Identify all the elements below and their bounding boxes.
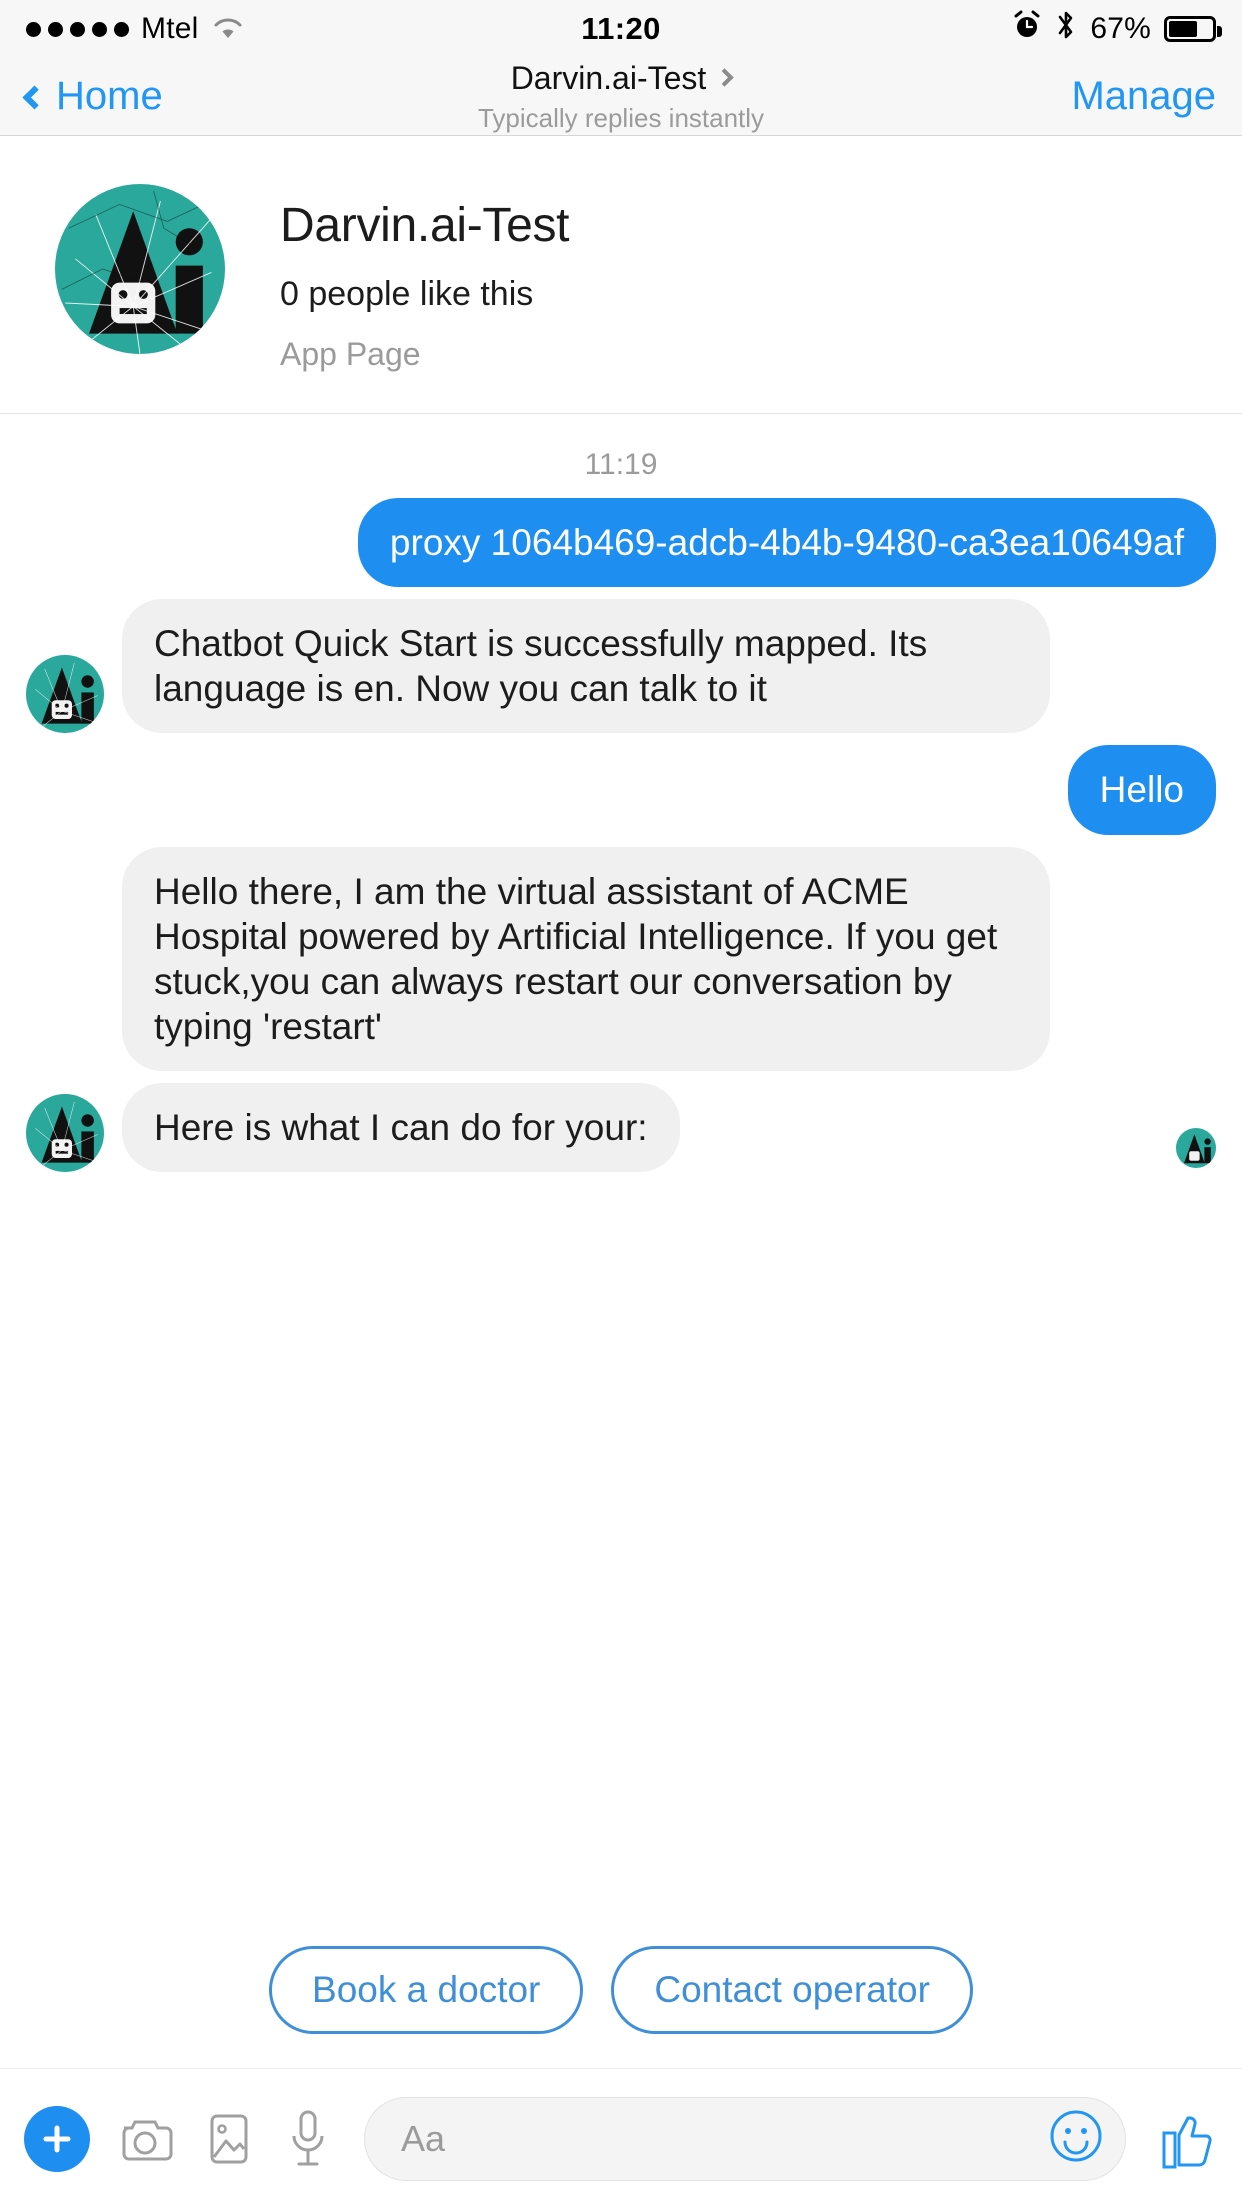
signal-strength-icon — [26, 21, 129, 37]
page-title: Darvin.ai-Test — [280, 199, 570, 252]
chevron-right-icon — [715, 67, 734, 87]
composer-bar: Aa — [0, 2068, 1242, 2208]
thread-timestamp: 11:19 — [584, 448, 658, 481]
back-to-home-button[interactable]: Home — [22, 74, 163, 119]
sender-avatar-icon — [26, 655, 104, 734]
message-row: Chatbot Quick Start is successfully mapp… — [0, 599, 1242, 734]
status-bar-right: 67% — [661, 9, 1223, 49]
navigation-bar: Home Darvin.ai-Test Typically replies in… — [0, 58, 1242, 136]
message-input-field[interactable]: Aa — [364, 2096, 1126, 2181]
darvin-ai-logo-avatar[interactable] — [55, 184, 225, 354]
status-bar: Mtel 11:20 67% — [0, 0, 1242, 58]
seen-avatar-icon — [1176, 1128, 1216, 1169]
camera-icon[interactable] — [114, 2108, 176, 2170]
messenger-screen: Mtel 11:20 67% Home Darvin.ai-Test Typic… — [0, 0, 1242, 2208]
message-bubble-outgoing[interactable]: proxy 1064b469-adcb-4b4b-9480-ca3ea10649… — [357, 498, 1216, 588]
chevron-left-icon — [22, 85, 47, 110]
status-bar-left: Mtel — [26, 12, 581, 46]
alarm-icon — [1012, 10, 1042, 48]
message-bubble-incoming[interactable]: Hello there, I am the virtual assistant … — [122, 846, 1051, 1071]
conversation-subtitle: Typically replies instantly — [477, 102, 765, 133]
battery-icon — [1164, 16, 1223, 42]
quick-reply-book-a-doctor[interactable]: Book a doctor — [269, 1946, 584, 2034]
status-bar-time: 11:20 — [581, 11, 661, 46]
sender-avatar-icon — [26, 1094, 104, 1173]
quick-reply-contact-operator[interactable]: Contact operator — [611, 1946, 973, 2034]
page-likes-count: 0 people like this — [280, 275, 534, 313]
message-row: Here is what I can do for your: — [0, 1083, 1242, 1173]
page-type-label: App Page — [280, 336, 421, 372]
smiley-icon[interactable] — [1047, 2107, 1105, 2170]
bluetooth-icon — [1055, 9, 1077, 49]
plus-icon[interactable] — [24, 2105, 90, 2172]
quick-replies-bar: Book a doctor Contact operator — [0, 1946, 1242, 2068]
conversation-header: Darvin.ai-Test Typically replies instant… — [0, 58, 1242, 135]
message-input-placeholder: Aa — [401, 2117, 446, 2159]
conversation-title: Darvin.ai-Test — [510, 59, 707, 96]
message-bubble-outgoing[interactable]: Hello — [1067, 745, 1216, 835]
conversation-title-button[interactable]: Darvin.ai-Test — [510, 59, 734, 97]
back-button-label: Home — [56, 74, 163, 118]
wifi-icon — [213, 17, 243, 41]
message-row: proxy 1064b469-adcb-4b4b-9480-ca3ea10649… — [0, 498, 1242, 588]
message-thread[interactable]: 11:19 proxy 1064b469-adcb-4b4b-9480-ca3e… — [0, 414, 1242, 1946]
message-bubble-incoming[interactable]: Chatbot Quick Start is successfully mapp… — [122, 599, 1051, 734]
profile-text-block: Darvin.ai-Test 0 people like this App Pa… — [280, 184, 570, 373]
message-row: Hello — [0, 745, 1242, 835]
message-bubble-incoming[interactable]: Here is what I can do for your: — [122, 1083, 680, 1173]
microphone-icon[interactable] — [282, 2106, 334, 2172]
battery-percent-label: 67% — [1090, 12, 1152, 45]
gallery-icon[interactable] — [200, 2108, 258, 2170]
manage-button[interactable]: Manage — [1071, 74, 1216, 119]
carrier-label: Mtel — [141, 12, 199, 45]
thumbs-up-icon[interactable] — [1156, 2105, 1218, 2173]
message-row: Hello there, I am the virtual assistant … — [0, 846, 1242, 1071]
page-profile-section: Darvin.ai-Test 0 people like this App Pa… — [0, 136, 1242, 414]
